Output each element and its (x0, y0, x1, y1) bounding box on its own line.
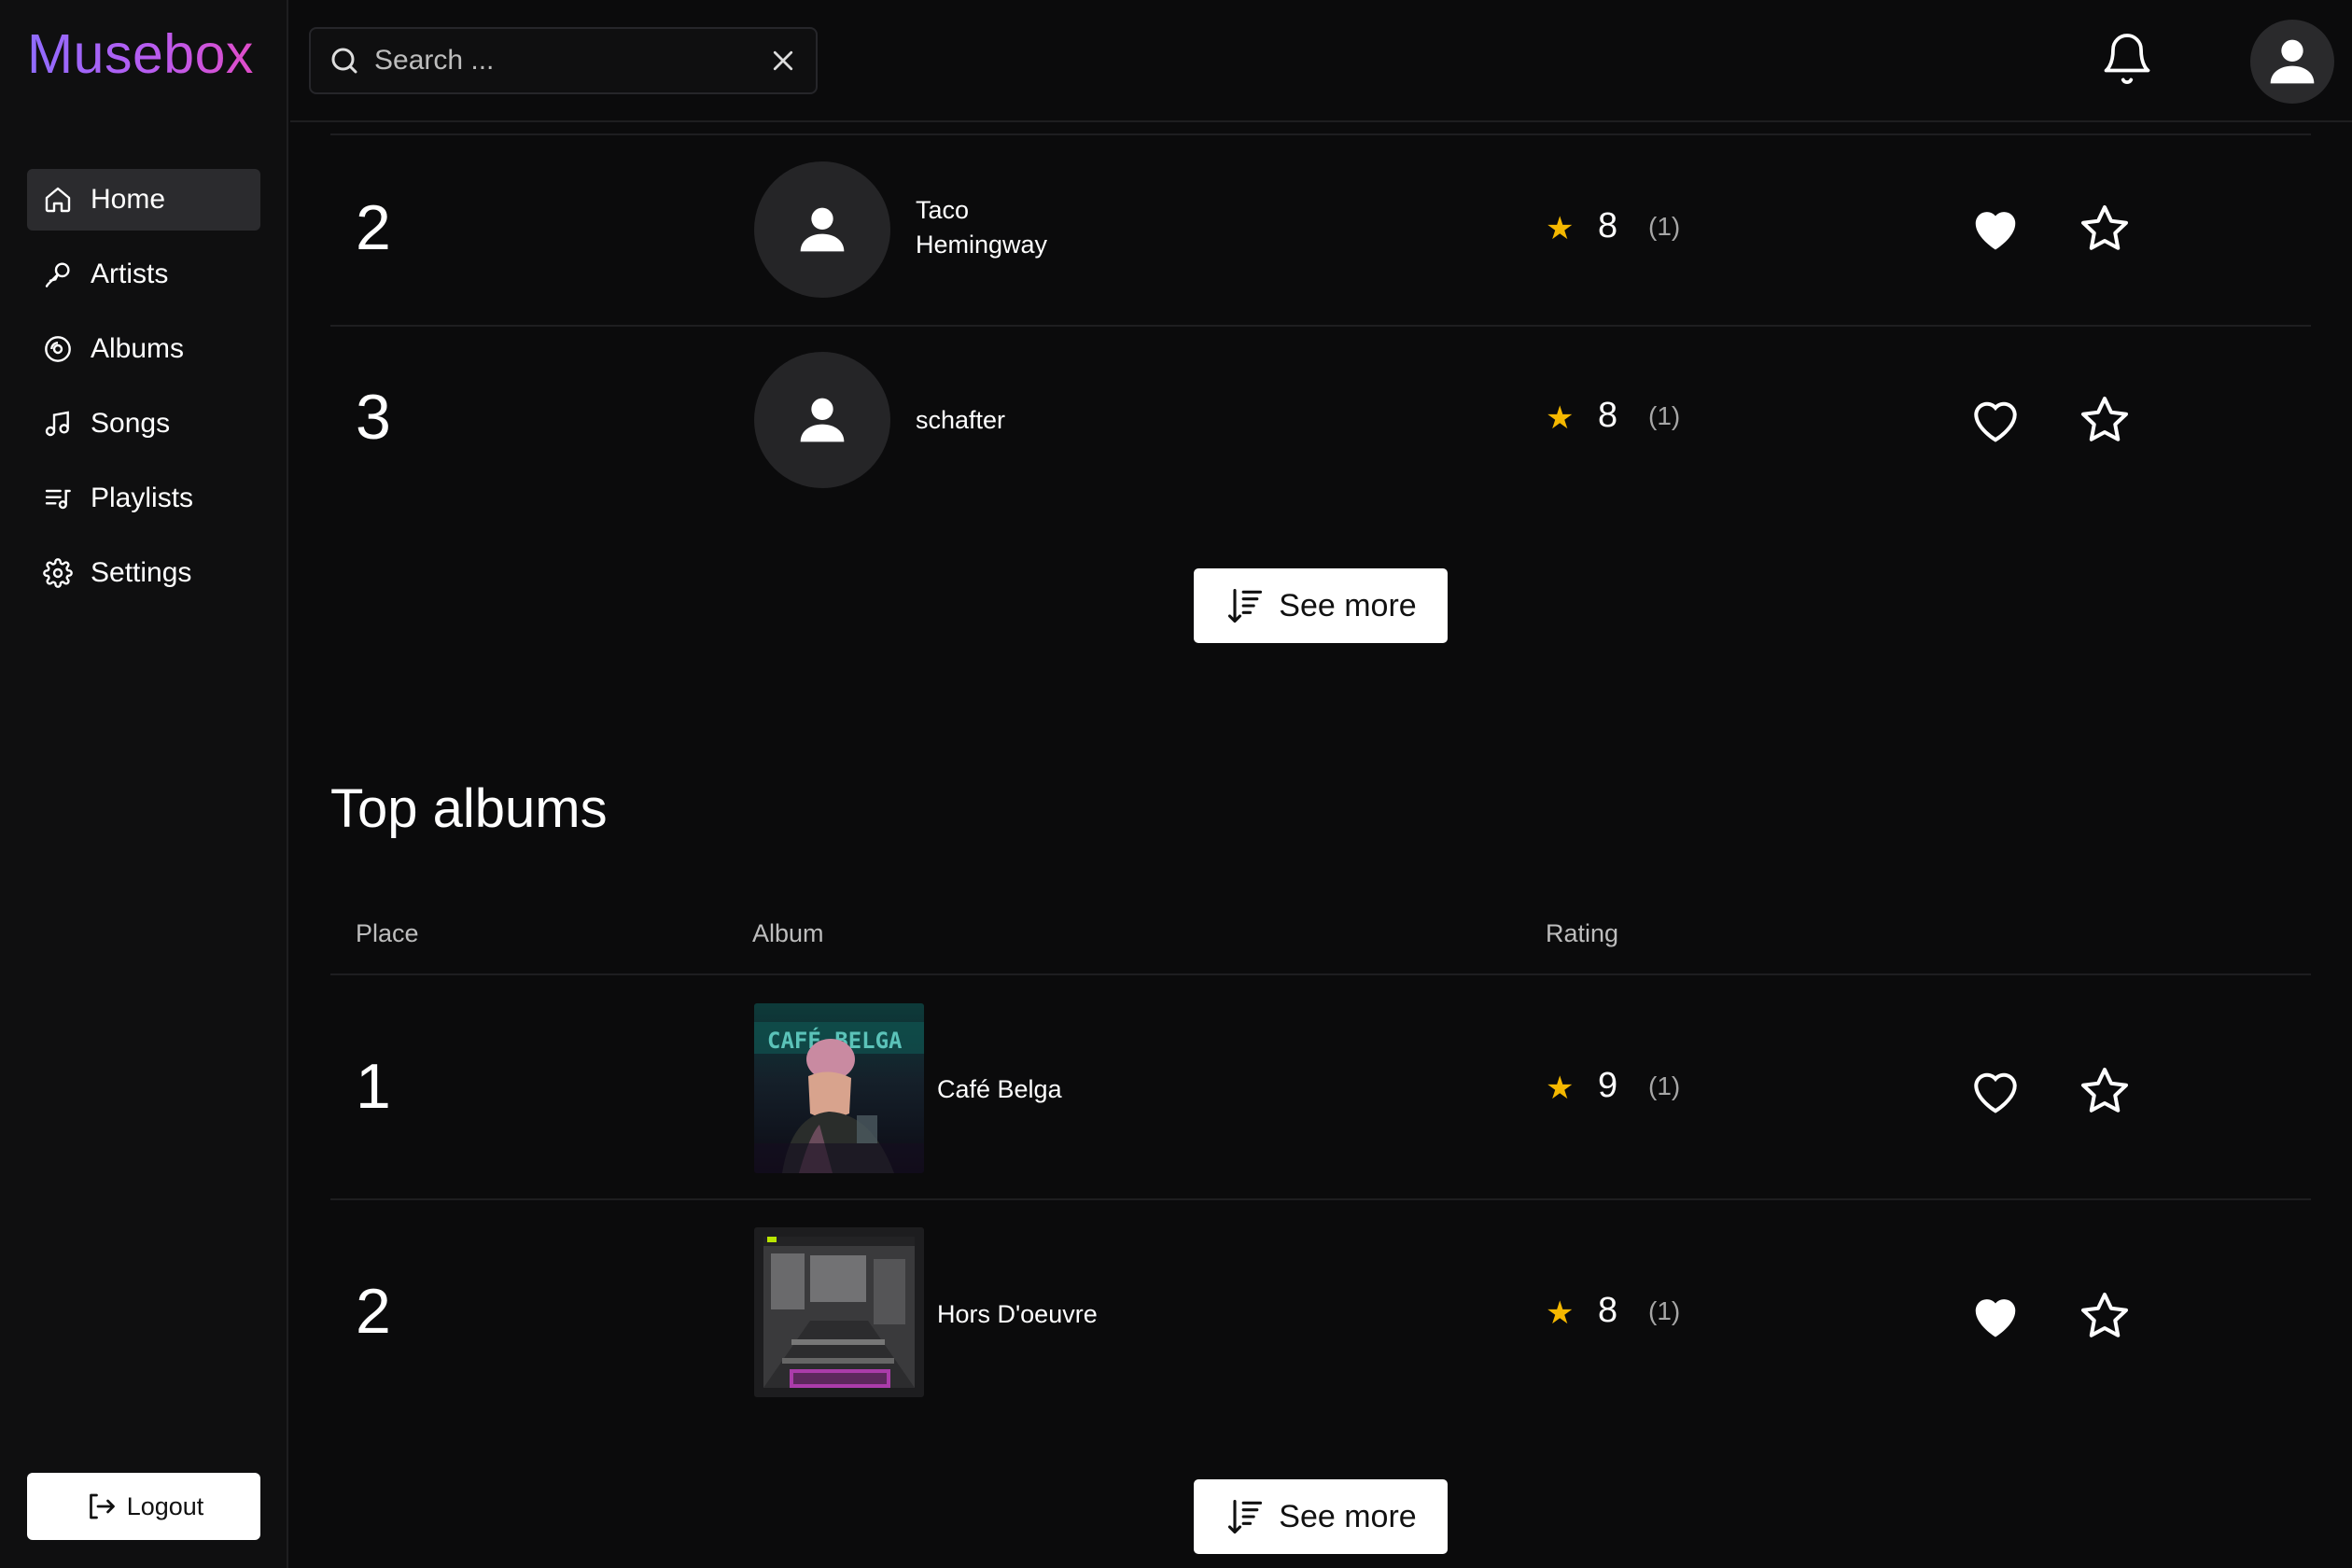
rating-count: (1) (1648, 1296, 1681, 1325)
rating-star-icon: ★ (1546, 1295, 1575, 1331)
disc-icon (42, 333, 74, 365)
star-outline-icon[interactable] (2077, 1288, 2133, 1344)
album-name[interactable]: Hors D'oeuvre (937, 1297, 1098, 1332)
star-outline-icon[interactable] (2077, 392, 2133, 448)
gear-icon (42, 557, 74, 589)
sidebar-item-label: Artists (91, 259, 169, 289)
album-cover (754, 1227, 924, 1397)
rating-count: (1) (1648, 212, 1681, 241)
search-input[interactable] (374, 45, 769, 77)
user-icon (800, 398, 845, 442)
star-outline-icon[interactable] (2077, 1063, 2133, 1119)
album-name[interactable]: Café Belga (937, 1072, 1062, 1107)
sidebar: Musebox Home Artists Albums Songs Playli… (0, 0, 288, 1568)
section-title-top-albums: Top albums (330, 778, 608, 839)
row-place: 2 (356, 1276, 391, 1347)
table-divider (330, 124, 2311, 135)
close-icon[interactable] (769, 47, 797, 75)
sidebar-item-label: Home (91, 184, 166, 215)
sort-descending-icon (1225, 585, 1266, 626)
user-avatar[interactable] (2250, 20, 2334, 104)
heart-outline-icon[interactable] (1967, 392, 2023, 448)
user-icon (800, 207, 845, 252)
sidebar-item-home[interactable]: Home (27, 169, 260, 231)
star-outline-icon[interactable] (2077, 201, 2133, 257)
table-row[interactable]: 2 Taco Hemingway ★ 8 (1) (330, 135, 2311, 327)
heart-filled-icon[interactable] (1967, 201, 2023, 257)
search-icon (328, 44, 361, 77)
table-row[interactable]: 2 Hors D'oeuvre ★ 8 (1) (330, 1200, 2311, 1424)
sidebar-item-albums[interactable]: Albums (27, 318, 260, 380)
album-cover: CAFÉ BELGA (754, 1003, 924, 1173)
sort-descending-icon (1225, 1496, 1266, 1537)
artist-name[interactable]: schafter (916, 403, 1005, 438)
sidebar-item-label: Albums (91, 333, 185, 364)
see-more-artists-button[interactable]: See more (1194, 568, 1448, 643)
see-more-albums-button[interactable]: See more (1194, 1479, 1448, 1554)
table-row[interactable]: 3 schafter ★ 8 (1) (330, 327, 2311, 504)
column-header-place: Place (356, 919, 419, 947)
artist-avatar (754, 352, 890, 488)
bell-icon[interactable] (2099, 30, 2155, 88)
logout-button[interactable]: Logout (27, 1473, 260, 1540)
sidebar-item-label: Settings (91, 557, 192, 588)
heart-outline-icon[interactable] (1967, 1063, 2023, 1119)
search-bar (309, 27, 818, 94)
logout-icon (84, 1490, 118, 1523)
row-place: 2 (356, 192, 391, 263)
main-content: 2 Taco Hemingway ★ 8 (1) 3 schafter ★ 8 … (290, 124, 2352, 1568)
see-more-label: See more (1279, 587, 1417, 623)
playlist-icon (42, 483, 74, 514)
column-header-rating: Rating (1546, 919, 1619, 947)
artist-avatar (754, 161, 890, 298)
rating-value: 9 (1598, 1066, 1618, 1105)
heart-filled-icon[interactable] (1967, 1288, 2023, 1344)
rating-star-icon: ★ (1546, 211, 1575, 246)
microphone-icon (42, 259, 74, 290)
home-icon (42, 184, 74, 216)
sidebar-item-label: Playlists (91, 483, 194, 513)
app-logo[interactable]: Musebox (27, 22, 254, 86)
rating-value: 8 (1598, 1291, 1618, 1330)
sidebar-item-settings[interactable]: Settings (27, 542, 260, 604)
sidebar-item-songs[interactable]: Songs (27, 393, 260, 455)
sidebar-item-playlists[interactable]: Playlists (27, 468, 260, 529)
logout-label: Logout (126, 1491, 204, 1520)
sidebar-item-artists[interactable]: Artists (27, 244, 260, 305)
see-more-label: See more (1279, 1498, 1417, 1534)
music-note-icon (42, 408, 74, 440)
rating-value: 8 (1598, 206, 1618, 245)
row-place: 3 (356, 382, 391, 453)
artist-name-line2: Hemingway (916, 231, 1048, 259)
rating-star-icon: ★ (1546, 1071, 1575, 1106)
artist-name[interactable]: Taco Hemingway (916, 193, 1047, 262)
top-header (290, 0, 2352, 122)
sidebar-item-label: Songs (91, 408, 171, 439)
rating-count: (1) (1648, 1071, 1681, 1100)
row-place: 1 (356, 1051, 391, 1122)
rating-star-icon: ★ (1546, 400, 1575, 436)
artist-name-line1: Taco (916, 196, 970, 224)
table-row[interactable]: 1 CAFÉ BELGA Café Belga ★ 9 (1) (330, 975, 2311, 1200)
sidebar-nav: Home Artists Albums Songs Playlists Sett… (27, 169, 260, 617)
rating-count: (1) (1648, 401, 1681, 430)
rating-value: 8 (1598, 396, 1618, 435)
column-header-album: Album (752, 919, 824, 947)
user-icon (2270, 39, 2315, 84)
